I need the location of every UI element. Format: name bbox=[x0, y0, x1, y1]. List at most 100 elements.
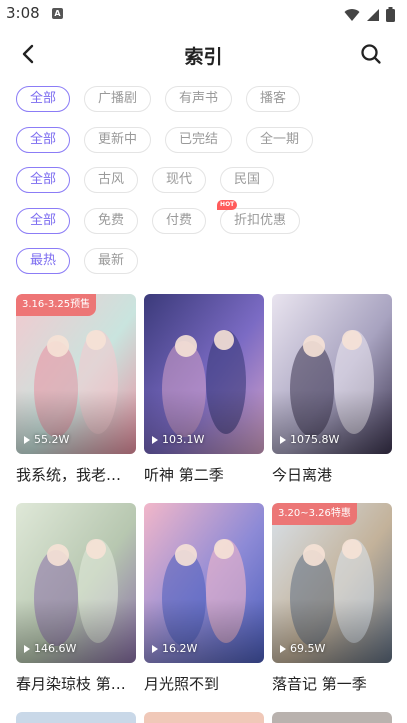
battery-icon bbox=[386, 7, 395, 22]
play-count: 69.5W bbox=[280, 642, 325, 655]
filter-chip-label: 折扣优惠 bbox=[234, 212, 287, 228]
filter-chip[interactable]: 全部 bbox=[16, 167, 71, 193]
promo-tag: 3.20~3.26特惠 bbox=[272, 503, 357, 525]
filter-chip-label: 全部 bbox=[30, 91, 57, 106]
status-time: 3:08 bbox=[6, 4, 40, 22]
filter-row: 最热 最新 bbox=[16, 248, 396, 274]
album-title[interactable]: 落音记 第一季 bbox=[272, 673, 392, 694]
album-grid: 3.16-3.25预售 55.2W 我系统，我老… 103.1W 听神 第二季 … bbox=[16, 294, 396, 712]
album-cover[interactable]: 103.1W bbox=[144, 294, 264, 454]
page-title: 索引 bbox=[184, 46, 223, 68]
filter-chip-label: 最热 bbox=[30, 253, 57, 268]
album-title[interactable]: 我系统，我老… bbox=[16, 464, 136, 485]
filter-row: 全部 更新中 已完结 全一期 bbox=[16, 126, 396, 153]
album-card[interactable]: 1075.8W 今日离港 bbox=[272, 294, 392, 503]
album-cover[interactable]: 3.20~3.26特惠 69.5W bbox=[272, 503, 392, 663]
album-title[interactable]: 听神 第二季 bbox=[144, 464, 264, 485]
filter-chip-label: 全部 bbox=[30, 212, 57, 228]
next-row-partial bbox=[16, 712, 396, 723]
filter-chip[interactable]: 折扣优惠 HOT bbox=[217, 199, 301, 234]
album-cover-art bbox=[272, 503, 392, 663]
filter-chip[interactable]: 全部 bbox=[16, 86, 71, 112]
album-card[interactable]: 3.16-3.25预售 55.2W 我系统，我老… bbox=[16, 294, 136, 503]
album-cover[interactable]: 3.16-3.25预售 55.2W bbox=[16, 294, 136, 454]
play-count: 16.2W bbox=[152, 642, 197, 655]
filter-chip-label: 民国 bbox=[234, 172, 261, 187]
album-cover-partial[interactable] bbox=[272, 712, 392, 723]
filter-chip-label: 最新 bbox=[98, 253, 125, 268]
album-cover-art bbox=[16, 503, 136, 663]
status-indicators bbox=[344, 7, 395, 22]
play-count-value: 146.6W bbox=[34, 642, 77, 655]
album-cover-art bbox=[144, 503, 264, 663]
album-card[interactable]: 146.6W 春月染琼枝 第… bbox=[16, 503, 136, 712]
album-cover[interactable]: 16.2W bbox=[144, 503, 264, 663]
play-count-value: 16.2W bbox=[162, 642, 198, 655]
filter-chip[interactable]: 现代 bbox=[152, 167, 207, 193]
filter-chip[interactable]: 最新 bbox=[84, 248, 139, 274]
filter-chip[interactable]: 民国 bbox=[220, 167, 275, 193]
play-icon bbox=[24, 644, 30, 653]
play-count: 146.6W bbox=[24, 642, 76, 655]
notification-a-icon: A bbox=[52, 8, 63, 19]
album-card[interactable]: 3.20~3.26特惠 69.5W 落音记 第一季 bbox=[272, 503, 392, 712]
filter-chip-label: 古风 bbox=[98, 172, 125, 187]
filter-chip-label: 广播剧 bbox=[98, 91, 138, 106]
status-bar: 3:08 A bbox=[0, 0, 407, 30]
promo-tag: 3.16-3.25预售 bbox=[16, 294, 97, 316]
album-title[interactable]: 月光照不到 bbox=[144, 673, 264, 694]
play-count-value: 55.2W bbox=[34, 433, 70, 446]
filter-chip-label: 付费 bbox=[166, 212, 193, 228]
filter-row: 全部 广播剧 有声书 播客 bbox=[16, 86, 396, 112]
album-cover[interactable]: 1075.8W bbox=[272, 294, 392, 454]
play-count-value: 1075.8W bbox=[290, 433, 340, 446]
play-count: 55.2W bbox=[24, 433, 69, 446]
play-count-value: 69.5W bbox=[290, 642, 326, 655]
album-card[interactable]: 16.2W 月光照不到 bbox=[144, 503, 264, 712]
hot-badge: HOT bbox=[217, 199, 238, 210]
album-card[interactable]: 103.1W 听神 第二季 bbox=[144, 294, 264, 503]
filter-row: 全部 古风 现代 民国 bbox=[16, 167, 396, 193]
filter-chip[interactable]: 有声书 bbox=[165, 86, 233, 112]
filter-chip-label: 全一期 bbox=[260, 131, 300, 147]
search-button[interactable] bbox=[357, 40, 385, 68]
filter-chip[interactable]: 免费 bbox=[84, 207, 139, 234]
play-count-value: 103.1W bbox=[162, 433, 205, 446]
filter-panel: 全部 广播剧 有声书 播客 全部 更新中 已完结 全一期 全部 古风 现代 民国 全部 免费 付费 折扣优惠 H… bbox=[16, 86, 396, 289]
signal-icon bbox=[367, 8, 379, 21]
header-bar: 索引 bbox=[0, 30, 407, 76]
filter-chip[interactable]: 更新中 bbox=[84, 126, 152, 153]
album-cover-art bbox=[16, 294, 136, 454]
filter-chip[interactable]: 全一期 bbox=[246, 126, 314, 153]
play-count: 103.1W bbox=[152, 433, 204, 446]
filter-chip[interactable]: 付费 bbox=[152, 207, 207, 234]
filter-chip-label: 免费 bbox=[98, 212, 125, 228]
album-cover[interactable]: 146.6W bbox=[16, 503, 136, 663]
filter-chip[interactable]: 广播剧 bbox=[84, 86, 152, 112]
filter-chip-label: 全部 bbox=[30, 172, 57, 187]
album-title[interactable]: 今日离港 bbox=[272, 464, 392, 485]
album-cover-art bbox=[144, 294, 264, 454]
filter-chip[interactable]: 已完结 bbox=[165, 126, 233, 153]
filter-chip[interactable]: 全部 bbox=[16, 126, 71, 153]
play-icon bbox=[280, 644, 286, 653]
filter-chip[interactable]: 全部 bbox=[16, 207, 71, 234]
filter-chip[interactable]: 最热 bbox=[16, 248, 71, 274]
filter-chip-label: 现代 bbox=[166, 172, 193, 187]
filter-chip[interactable]: 古风 bbox=[84, 167, 139, 193]
play-icon bbox=[152, 644, 158, 653]
play-icon bbox=[280, 435, 286, 444]
filter-chip-label: 全部 bbox=[30, 131, 57, 147]
filter-chip[interactable]: 播客 bbox=[246, 86, 301, 112]
play-icon bbox=[24, 435, 30, 444]
play-icon bbox=[152, 435, 158, 444]
search-icon bbox=[361, 44, 381, 64]
filter-chip-label: 已完结 bbox=[179, 131, 219, 147]
filter-row: 全部 免费 付费 折扣优惠 HOT bbox=[16, 199, 396, 234]
album-cover-partial[interactable] bbox=[16, 712, 136, 723]
filter-chip-label: 有声书 bbox=[179, 91, 219, 106]
album-cover-art bbox=[272, 294, 392, 454]
filter-chip-label: 播客 bbox=[260, 91, 287, 106]
album-title[interactable]: 春月染琼枝 第… bbox=[16, 673, 136, 694]
album-cover-partial[interactable] bbox=[144, 712, 264, 723]
